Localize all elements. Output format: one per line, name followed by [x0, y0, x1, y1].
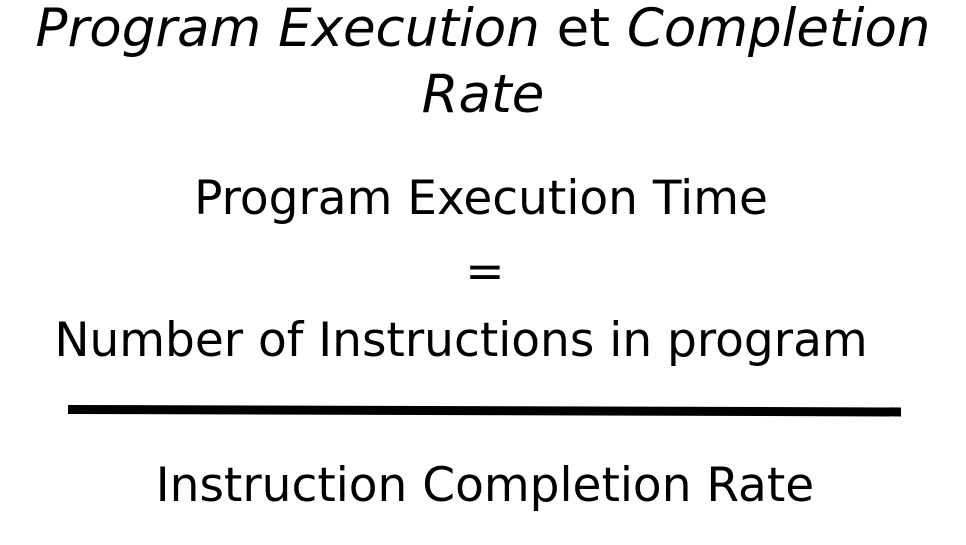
title-connector: et	[539, 0, 627, 59]
formula-lhs: Program Execution Time	[194, 171, 768, 226]
page-title: Program Execution et Completion Rate	[0, 0, 966, 128]
fraction-bar	[67, 405, 902, 417]
formula-denominator: Instruction Completion Rate	[155, 458, 815, 513]
formula-equals-sign: =	[465, 244, 505, 299]
title-part-rate: Rate	[421, 64, 545, 125]
title-part-program-execution: Program Execution	[35, 0, 540, 59]
formula-numerator: Number of Instructions in program	[54, 313, 868, 368]
title-part-completion: Completion	[626, 0, 931, 59]
